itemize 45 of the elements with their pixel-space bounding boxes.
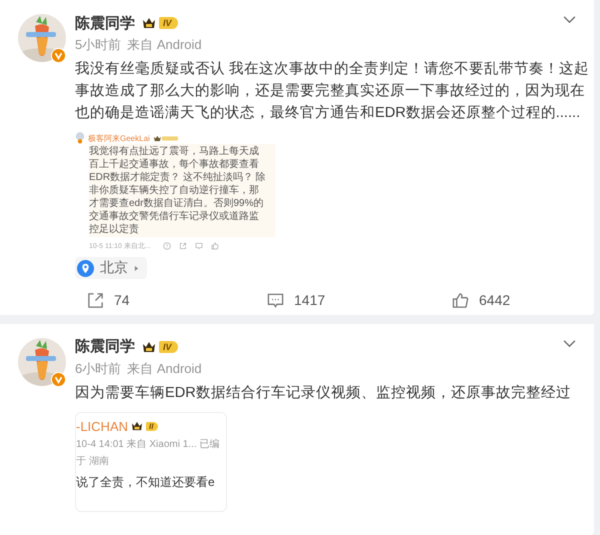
location-tag[interactable]: 北京 <box>75 257 147 279</box>
crown-icon <box>142 17 156 29</box>
comment-count: 1417 <box>294 292 326 308</box>
crown-icon <box>142 340 156 352</box>
avatar-icon <box>75 132 85 144</box>
caret-right-icon <box>134 264 139 272</box>
thumbs-up-icon <box>210 242 219 250</box>
post-time: 5小时前 <box>75 36 122 54</box>
post-source: 来自 Android <box>127 360 202 378</box>
level-badge: IV <box>159 340 178 352</box>
quoted-author: -LICHAN <box>76 418 128 434</box>
post-text: 我没有丝毫质疑或否认 我在这次事故中的全责判定！请您不要乱带节奏！这起事故造成了那么大的影响，还是需要完整真实还原一下事故经过的，因为现在也的确是造谣满天飞的状态，最终官方通告和EDR数据会还原整个过程的...... <box>75 60 590 123</box>
comment-text-line: 交通事故交警凭借行车记录仪或道路监 <box>89 210 259 223</box>
alert-icon <box>162 242 171 250</box>
post-text: 因为需要车辆EDR数据结合行车记录仪视频、监控视频，还原事故完整经过 <box>75 384 572 402</box>
author-name[interactable]: 陈震同学 <box>75 337 135 356</box>
quoted-text: 说了全责，不知道还要看e <box>76 474 216 490</box>
comment-text-line: 才需要查edr数据自证清白。否则99%的 <box>89 197 264 210</box>
comment-text-line: 我觉得有点扯远了震哥，马路上每天成 <box>89 145 259 158</box>
comment-text-line: 百上千起交通事故，每个事故都要查看 <box>89 158 259 171</box>
chevron-down-icon[interactable] <box>563 15 576 24</box>
verified-badge-icon <box>51 48 66 63</box>
level-badge-icon <box>152 134 179 142</box>
comment-text-line: 非你质疑车辆失控了自动逆行撞车，那 <box>89 184 259 197</box>
author-name[interactable]: 陈震同学 <box>75 14 135 32</box>
crown-icon <box>131 421 144 431</box>
like-count: 6442 <box>479 292 510 308</box>
quoted-meta: 10-4 14:01 来自 Xiaomi 1... 已编 <box>76 438 220 450</box>
thumbs-up-icon[interactable] <box>452 292 469 308</box>
comment-icon <box>194 242 203 250</box>
location-pin-icon <box>77 260 94 276</box>
comment-text-line: EDR数据才能定责？ 这不纯扯淡吗？ 除 <box>89 171 266 184</box>
comment-text-line: 控足以定责 <box>89 223 139 236</box>
level-badge: II <box>146 422 158 430</box>
share-icon <box>178 242 187 250</box>
chevron-down-icon[interactable] <box>563 338 576 348</box>
share-icon[interactable] <box>87 292 104 308</box>
post-source: 来自 Android <box>127 36 202 54</box>
comment-author: 极客阿来GeekLai <box>88 132 150 144</box>
verified-badge-icon <box>51 372 66 386</box>
post-time: 6小时前 <box>75 360 122 378</box>
comment-icon[interactable] <box>267 292 284 308</box>
repost-count: 74 <box>114 292 130 308</box>
quoted-meta: 于 湖南 <box>76 454 110 468</box>
level-badge: IV <box>159 17 178 29</box>
